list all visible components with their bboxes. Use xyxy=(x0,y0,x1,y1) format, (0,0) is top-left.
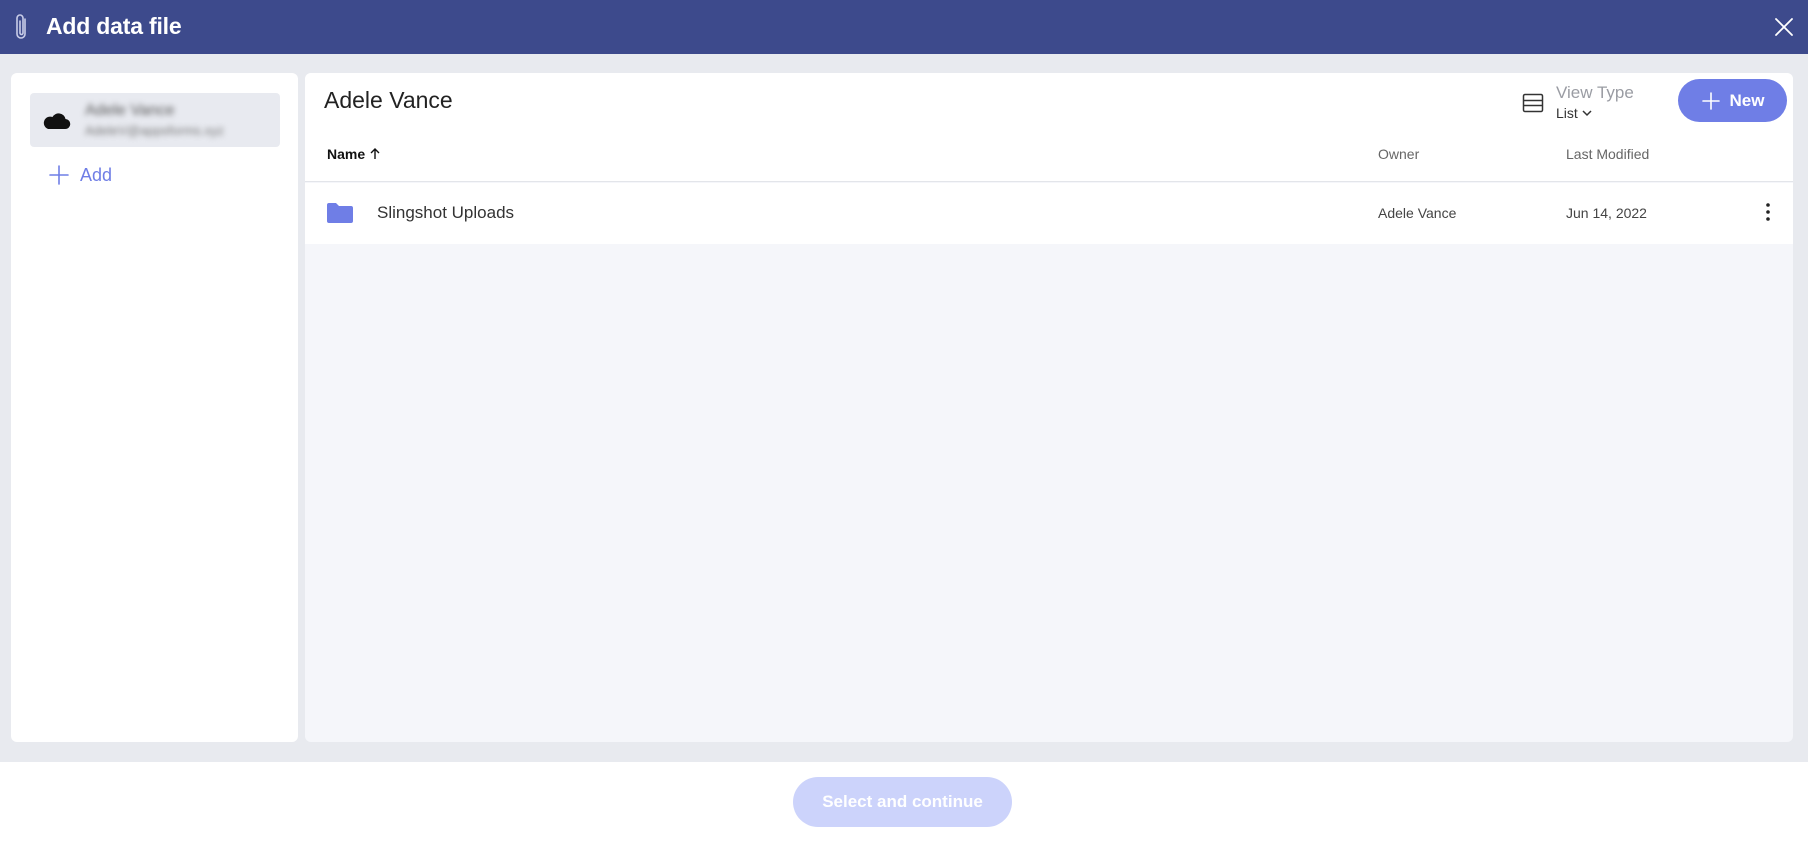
close-icon[interactable] xyxy=(1772,15,1796,39)
add-account-label: Add xyxy=(80,164,113,185)
chevron-down-icon xyxy=(1582,110,1592,117)
row-last-modified: Jun 14, 2022 xyxy=(1566,205,1647,221)
dialog-footer: Select and continue xyxy=(0,762,1808,842)
file-browser-header: Adele Vance View Type List New Name Owne… xyxy=(305,73,1793,182)
file-browser: Adele Vance View Type List New Name Owne… xyxy=(305,73,1793,742)
more-options-icon[interactable] xyxy=(1756,200,1780,224)
sort-ascending-icon xyxy=(370,148,380,159)
new-button[interactable]: New xyxy=(1678,79,1787,122)
view-type-label: View Type xyxy=(1556,83,1634,102)
select-and-continue-button[interactable]: Select and continue xyxy=(793,777,1012,827)
folder-icon xyxy=(327,203,353,223)
column-name-label: Name xyxy=(327,146,366,162)
sidebar: Adele Vance AdeleV@appsforms.xyz Add xyxy=(11,73,298,742)
row-name: Slingshot Uploads xyxy=(377,203,515,222)
account-name: Adele Vance xyxy=(85,102,175,119)
plus-icon xyxy=(1701,91,1720,110)
column-header-last-modified[interactable]: Last Modified xyxy=(1566,146,1649,162)
view-type-selector[interactable]: View Type List xyxy=(1521,83,1634,121)
new-button-label: New xyxy=(1729,90,1765,110)
plus-icon xyxy=(49,165,69,185)
paperclip-icon xyxy=(16,14,26,39)
view-type-value: List xyxy=(1556,105,1578,121)
dialog-title: Add data file xyxy=(46,13,182,39)
account-email: AdeleV@appsforms.xyz xyxy=(85,123,224,138)
column-header-name[interactable]: Name xyxy=(327,146,382,162)
table-row[interactable]: Slingshot Uploads Adele Vance Jun 14, 20… xyxy=(305,183,1793,244)
add-account-button[interactable]: Add xyxy=(48,164,112,186)
folder-title: Adele Vance xyxy=(324,87,453,113)
list-view-icon xyxy=(1522,93,1544,113)
dialog-header: Add data file xyxy=(0,0,1808,54)
row-owner: Adele Vance xyxy=(1378,205,1457,221)
column-header-owner[interactable]: Owner xyxy=(1378,146,1419,162)
cloud-icon xyxy=(43,113,71,130)
account-item[interactable]: Adele Vance AdeleV@appsforms.xyz xyxy=(30,93,280,147)
